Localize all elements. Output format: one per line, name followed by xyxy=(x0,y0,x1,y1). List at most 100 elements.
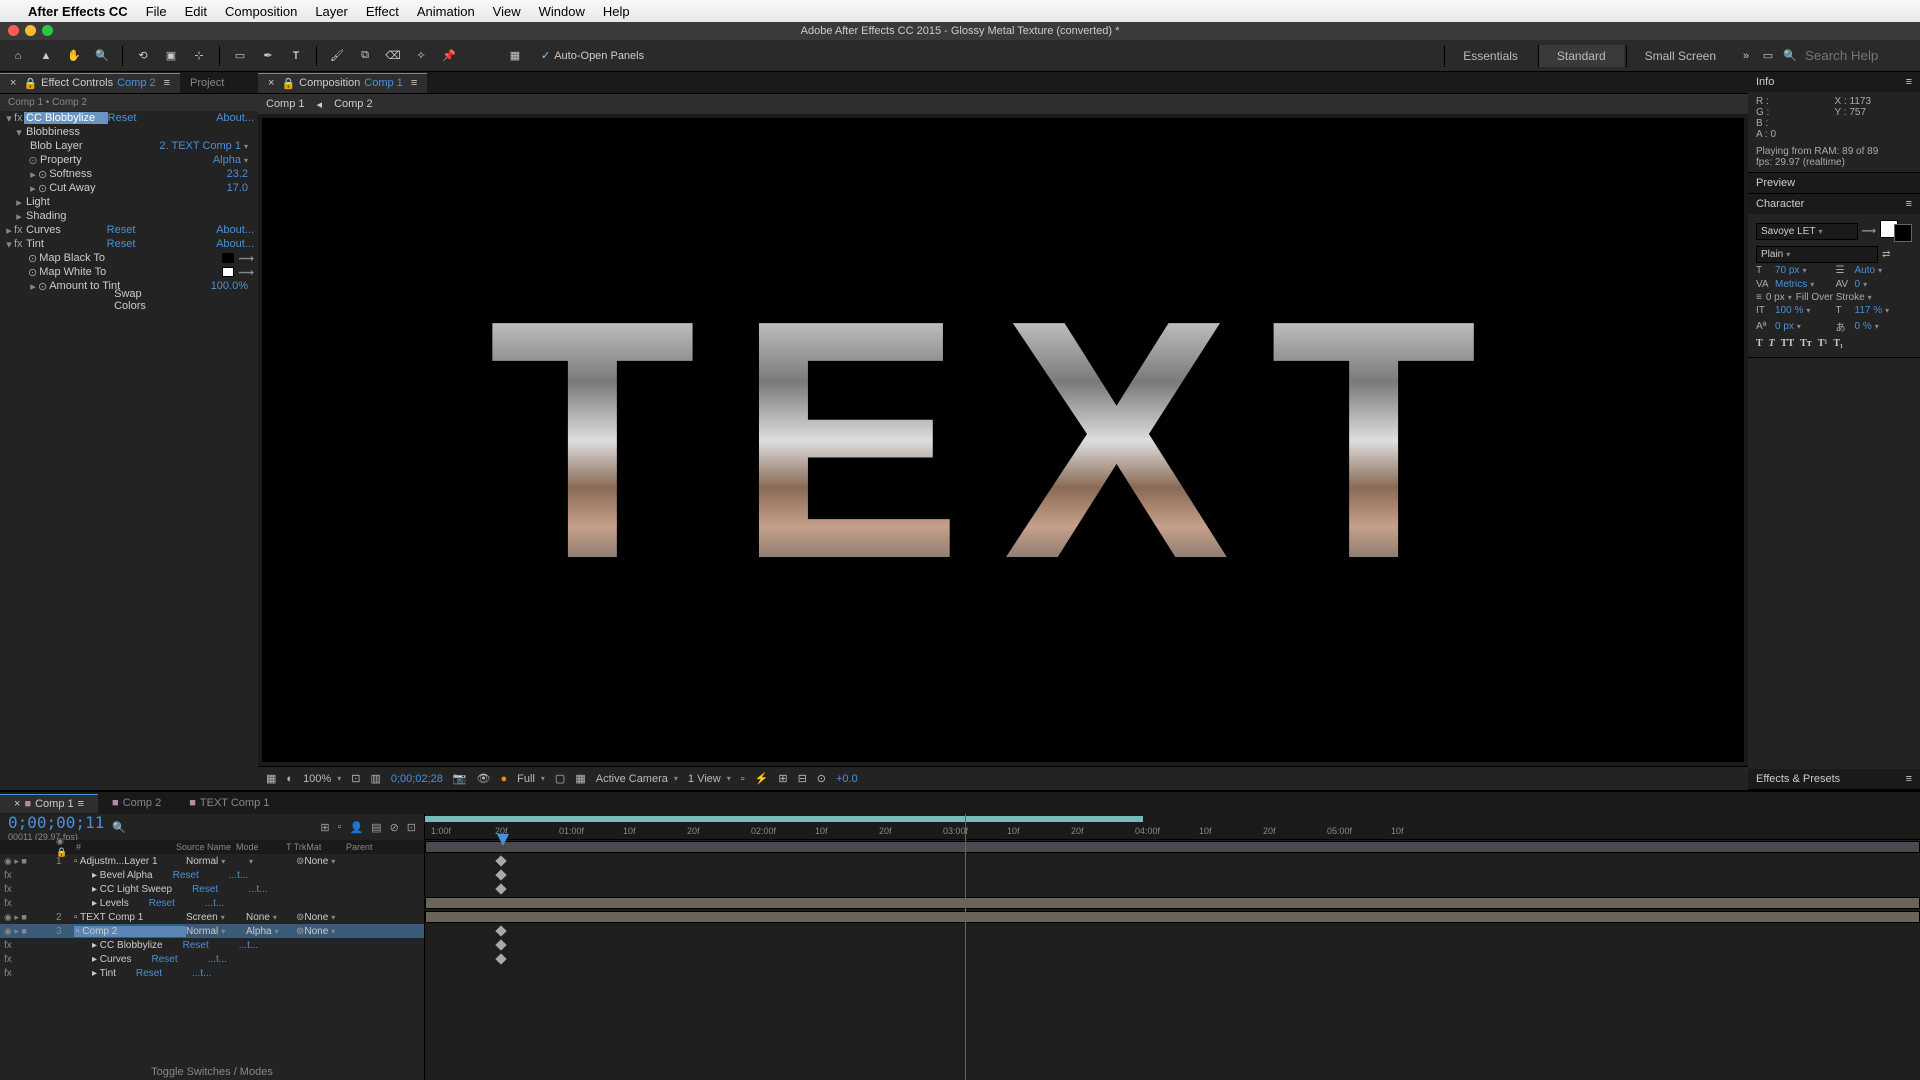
zoom-tool-icon[interactable]: 🔍 xyxy=(92,46,112,66)
composition-viewer[interactable]: TEXT xyxy=(262,118,1744,762)
layer-effect-row[interactable]: fx▸ CC BlobbylizeReset...t... xyxy=(0,938,424,952)
reset-button[interactable]: Reset xyxy=(108,112,137,124)
fx-cutaway[interactable]: ▸⊙Cut Away17.0 xyxy=(0,181,258,195)
layer-row[interactable]: ◉ ▸ ■2▫ TEXT Comp 1ScreenNone⊚None xyxy=(0,910,424,924)
font-style-dropdown[interactable]: Plain xyxy=(1756,246,1878,263)
track-bar[interactable] xyxy=(425,896,1920,910)
timeline-tab-comp2[interactable]: ■Comp 2 xyxy=(98,794,175,812)
workspace-standard[interactable]: Standard xyxy=(1538,45,1624,67)
fill-over-stroke-dropdown[interactable]: Fill Over Stroke xyxy=(1796,292,1912,303)
menu-animation[interactable]: Animation xyxy=(417,4,475,19)
view-dropdown[interactable]: 1 View xyxy=(688,773,731,785)
stroke-width-input[interactable]: 0 px xyxy=(1766,292,1792,303)
work-area-bar[interactable] xyxy=(425,816,1143,822)
track-keyframe-row[interactable] xyxy=(425,924,1920,938)
roto-tool-icon[interactable]: ✧ xyxy=(411,46,431,66)
sync-icon[interactable]: ▭ xyxy=(1758,46,1778,66)
lock-icon[interactable]: 🔒 xyxy=(281,77,295,90)
exposure-value[interactable]: +0.0 xyxy=(836,773,858,785)
guides-icon[interactable]: ▥ xyxy=(370,772,380,785)
shy-icon[interactable]: 👤 xyxy=(349,821,363,834)
timeline-icon[interactable]: ⊞ xyxy=(778,772,787,785)
eraser-tool-icon[interactable]: ⌫ xyxy=(383,46,403,66)
comp-mini-flowchart-icon[interactable]: ⊞ xyxy=(320,821,329,834)
comp-crumb-2[interactable]: Comp 2 xyxy=(334,98,373,110)
draft3d-icon[interactable]: ▫ xyxy=(338,821,342,833)
ruler-icon[interactable]: ⊡ xyxy=(351,772,360,785)
faux-bold-icon[interactable]: T xyxy=(1756,338,1763,349)
menu-edit[interactable]: Edit xyxy=(185,4,207,19)
layer-row[interactable]: ◉ ▸ ■3▫ Comp 2NormalAlpha⊚None xyxy=(0,924,424,938)
reset-button[interactable]: Reset xyxy=(107,238,136,250)
menu-layer[interactable]: Layer xyxy=(315,4,348,19)
workspace-small-screen[interactable]: Small Screen xyxy=(1626,45,1734,67)
preview-time[interactable]: 0;00;02;28 xyxy=(391,773,443,785)
show-snapshot-icon[interactable]: 👁 xyxy=(477,772,491,785)
timeline-tab-textcomp[interactable]: ■TEXT Comp 1 xyxy=(175,794,283,812)
eyedropper-icon[interactable]: ⟿ xyxy=(1862,226,1876,237)
shape-tool-icon[interactable]: ▭ xyxy=(230,46,250,66)
brush-tool-icon[interactable]: 🖌 xyxy=(327,46,347,66)
current-timecode[interactable]: 0;00;00;11 xyxy=(8,813,104,832)
panel-menu-icon[interactable]: ≡ xyxy=(1906,198,1912,210)
softness-value[interactable]: 23.2 xyxy=(227,168,254,180)
twirl-icon[interactable]: ▾ xyxy=(4,112,14,125)
timeline-ruler[interactable]: 1:00f20f01:00f10f20f02:00f10f20f03:00f10… xyxy=(425,814,1920,840)
timeline-tracks[interactable]: 1:00f20f01:00f10f20f02:00f10f20f03:00f10… xyxy=(425,814,1920,1080)
menu-help[interactable]: Help xyxy=(603,4,630,19)
faux-italic-icon[interactable]: T xyxy=(1769,338,1775,349)
effects-presets-panel[interactable]: Effects & Presets≡ xyxy=(1748,769,1920,790)
tracking-input[interactable]: 0 xyxy=(1855,279,1913,290)
track-bar[interactable] xyxy=(425,910,1920,924)
home-icon[interactable]: ⌂ xyxy=(8,46,28,66)
search-icon[interactable]: 🔍 xyxy=(1780,46,1800,66)
menu-window[interactable]: Window xyxy=(539,4,585,19)
fx-map-white[interactable]: ⊙Map White To⟿ xyxy=(0,265,258,279)
puppet-tool-icon[interactable]: 📌 xyxy=(439,46,459,66)
fx-shading-group[interactable]: ▸Shading xyxy=(0,209,258,223)
layer-effect-row[interactable]: fx▸ LevelsReset...t... xyxy=(0,896,424,910)
flowchart-icon[interactable]: ⊟ xyxy=(798,772,807,785)
small-caps-icon[interactable]: Tᴛ xyxy=(1800,338,1812,349)
fx-property[interactable]: ⊙PropertyAlpha xyxy=(0,153,258,167)
layer-effect-row[interactable]: fx▸ CC Light SweepReset...t... xyxy=(0,882,424,896)
tab-effect-controls[interactable]: × 🔒 Effect Controls Comp 2 ≡ xyxy=(0,73,180,93)
lock-icon[interactable]: 🔒 xyxy=(23,77,37,90)
reset-button[interactable]: Reset xyxy=(107,224,136,236)
panel-menu-icon[interactable]: ≡ xyxy=(1906,76,1912,88)
snapshot-icon[interactable]: 📷 xyxy=(453,772,467,785)
layer-row[interactable]: ◉ ▸ ■1▫ Adjustm...Layer 1Normal⊚None xyxy=(0,854,424,868)
white-swatch[interactable] xyxy=(222,267,234,277)
pen-tool-icon[interactable]: ✒ xyxy=(258,46,278,66)
roi-icon[interactable]: ▢ xyxy=(555,772,565,785)
menu-view[interactable]: View xyxy=(493,4,521,19)
type-tool-icon[interactable]: T xyxy=(286,46,306,66)
camera-dropdown[interactable]: Active Camera xyxy=(596,773,678,785)
fx-blobbylize[interactable]: ▾fx CC Blobbylize Reset About... xyxy=(0,111,258,125)
fill-stroke-swatch[interactable] xyxy=(1880,220,1912,242)
about-button[interactable]: About... xyxy=(216,112,254,124)
hand-tool-icon[interactable]: ✋ xyxy=(64,46,84,66)
tsume-input[interactable]: 0 % xyxy=(1855,321,1913,332)
workspace-essentials[interactable]: Essentials xyxy=(1444,45,1536,67)
property-dropdown[interactable]: Alpha xyxy=(213,154,254,166)
app-name-menu[interactable]: After Effects CC xyxy=(28,4,128,19)
about-button[interactable]: About... xyxy=(216,224,254,236)
layer-effect-row[interactable]: fx▸ CurvesReset...t... xyxy=(0,952,424,966)
pan-behind-tool-icon[interactable]: ⊹ xyxy=(189,46,209,66)
pixel-aspect-icon[interactable]: ▫ xyxy=(741,773,745,785)
fx-light-group[interactable]: ▸Light xyxy=(0,195,258,209)
timeline-tab-comp1[interactable]: ×■Comp 1≡ xyxy=(0,794,98,813)
track-keyframe-row[interactable] xyxy=(425,868,1920,882)
reset-exposure-icon[interactable]: ⊙ xyxy=(817,772,826,785)
resolution-dropdown[interactable]: Full xyxy=(517,773,545,785)
subscript-icon[interactable]: T₁ xyxy=(1833,338,1843,349)
menu-effect[interactable]: Effect xyxy=(366,4,399,19)
track-bar[interactable] xyxy=(425,840,1920,854)
selection-tool-icon[interactable]: ▲ xyxy=(36,46,56,66)
cutaway-value[interactable]: 17.0 xyxy=(227,182,254,194)
menu-file[interactable]: File xyxy=(146,4,167,19)
fx-blob-layer[interactable]: Blob Layer2. TEXT Comp 1 xyxy=(0,139,258,153)
black-swatch[interactable] xyxy=(222,253,234,263)
blob-layer-dropdown[interactable]: 2. TEXT Comp 1 xyxy=(159,140,254,152)
